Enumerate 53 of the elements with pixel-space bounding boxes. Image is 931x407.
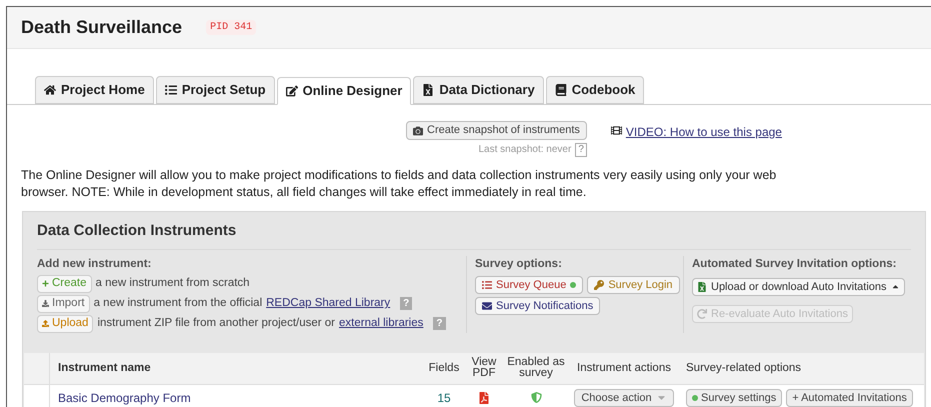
add-button[interactable]: Import (37, 294, 90, 313)
snapshot-button[interactable]: Create snapshot of instruments (406, 121, 587, 140)
last-snapshot-text: Last snapshot: never (478, 143, 572, 157)
row-text: instrument ZIP file from another project/user or (97, 316, 336, 332)
row-text: a new instrument from the official (94, 296, 262, 312)
tab-icon (44, 84, 56, 96)
tab[interactable]: Data Dictionary (413, 76, 544, 104)
button-icon (594, 280, 604, 290)
section-label: Automated Survey Invitation options: (692, 256, 898, 272)
row-text: a new instrument from scratch (96, 276, 250, 292)
tab[interactable]: Project Setup (156, 76, 275, 104)
help-icon[interactable]: ? (575, 142, 587, 156)
panel-title: Data Collection Instruments (37, 220, 911, 250)
column-header: Survey-related options (685, 360, 802, 376)
pid-label: PID 341 (206, 20, 256, 35)
invitation-button[interactable]: Upload or download Auto Invitations (692, 278, 905, 296)
column-header: View PDF (470, 357, 498, 380)
button-icon (42, 320, 49, 328)
tab[interactable]: Project Home (35, 76, 154, 104)
survey-button[interactable]: Survey Login (587, 276, 680, 294)
button-icon (482, 300, 492, 311)
survey-button[interactable]: Survey Queue (475, 276, 584, 294)
library-link[interactable]: REDCap Shared Library (266, 295, 390, 312)
column-header: Enabled as survey (506, 357, 566, 380)
table-cell-text: 15 (436, 390, 452, 407)
project-title: Death Surveillance (21, 16, 182, 39)
tab-icon (286, 85, 298, 97)
instrument-link[interactable]: Basic Demography Form (50, 388, 422, 407)
tab-icon (422, 84, 434, 96)
tab-icon (554, 84, 567, 96)
section-label: Add new instrument: (37, 256, 152, 272)
survey-button[interactable]: Survey Notifications (475, 296, 600, 315)
automated-invitations-button[interactable]: + Automated Invitations (786, 388, 913, 407)
button-icon (42, 300, 49, 308)
survey-settings-button[interactable]: Survey settings (686, 388, 782, 407)
intro-text: The Online Designer will allow you to make project modifications to fields and data collection instruments very easily using only your web browser. NOTE: While in development status, all field changes will take effect immediately in real time. (21, 167, 778, 201)
tab[interactable]: Online Designer (276, 77, 412, 105)
column-header: Fields (428, 360, 460, 376)
tab-icon (164, 84, 177, 96)
button-icon (697, 308, 707, 319)
camera-icon (413, 126, 424, 136)
pdf-icon[interactable] (478, 392, 490, 404)
action-dropdown[interactable]: Choose action (574, 388, 674, 407)
library-link[interactable]: external libraries (339, 315, 424, 332)
button-icon (482, 280, 492, 290)
video-link[interactable]: VIDEO: How to use this page (626, 123, 782, 141)
tab[interactable]: Codebook (546, 76, 644, 104)
button-icon (697, 282, 707, 292)
button-icon (42, 280, 49, 288)
film-icon (610, 125, 622, 136)
section-label: Survey options: (475, 256, 563, 272)
column-header: Instrument name (57, 360, 152, 376)
column-header: Instrument actions (576, 360, 672, 376)
